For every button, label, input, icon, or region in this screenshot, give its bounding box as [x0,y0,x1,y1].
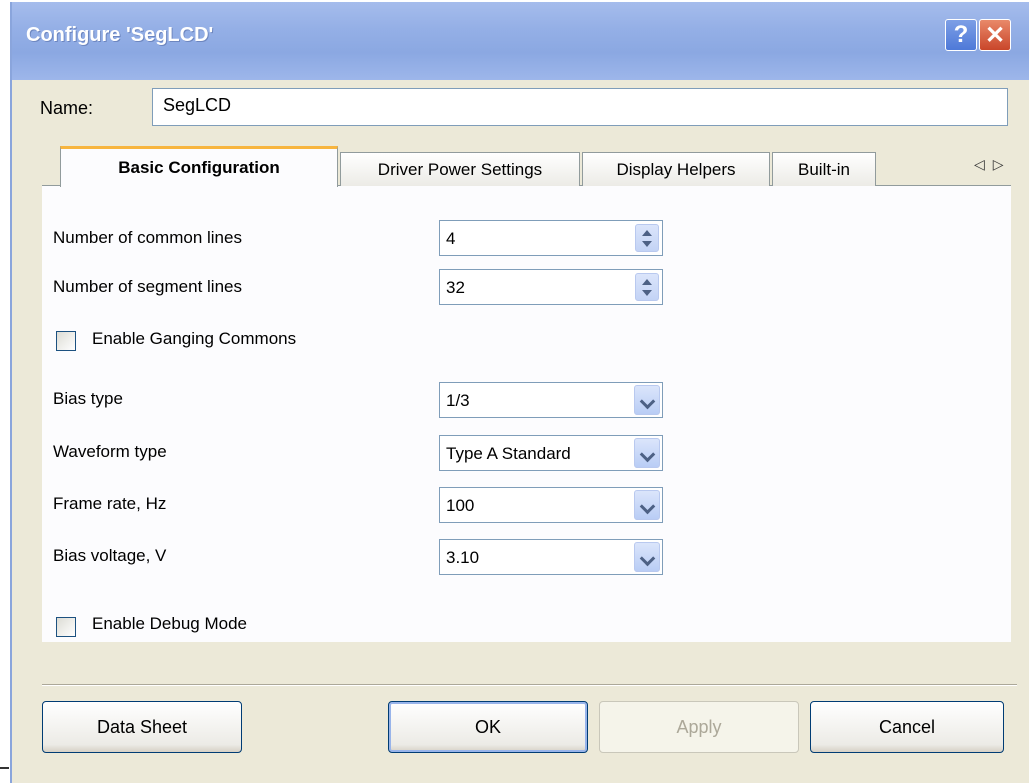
ok-button[interactable]: OK [388,701,588,753]
tab-basic-configuration[interactable]: Basic Configuration [60,146,338,187]
waveform-type-value: Type A Standard [446,444,571,463]
segment-lines-value: 32 [446,278,465,297]
chevron-down-icon[interactable] [634,490,660,520]
chevron-down-icon[interactable] [634,385,660,415]
frame-rate-select[interactable]: 100 [439,487,663,523]
tab-scroll-arrows-icon[interactable]: ◁▷ [974,156,1012,173]
close-button[interactable]: ✕ [979,19,1011,51]
chevron-down-icon[interactable] [634,542,660,572]
ganging-commons-checkbox[interactable] [56,331,76,351]
name-label: Name: [40,98,94,118]
basic-configuration-panel: Number of common lines 4 Number of segme… [42,186,1011,642]
cancel-button[interactable]: Cancel [810,701,1004,753]
help-icon: ? [953,21,969,48]
tab-display-helpers[interactable]: Display Helpers [582,152,770,186]
tab-built-in[interactable]: Built-in [772,152,876,186]
debug-mode-checkbox[interactable] [56,617,76,637]
tab-label: Driver Power Settings [377,159,543,179]
spin-arrows-icon[interactable] [635,273,659,301]
configure-dialog: Configure 'SegLCD' ? ✕ Name: SegLCD Basi… [10,2,1029,783]
common-lines-label: Number of common lines [53,228,242,247]
segment-lines-stepper[interactable]: 32 [439,269,663,305]
help-button[interactable]: ? [945,19,977,51]
segment-lines-label: Number of segment lines [53,277,242,296]
tab-driver-power-settings[interactable]: Driver Power Settings [340,152,580,186]
waveform-type-label: Waveform type [53,442,167,461]
chevron-down-icon[interactable] [634,438,660,468]
ganging-commons-label: Enable Ganging Commons [92,329,297,348]
tab-label: Display Helpers [616,159,736,179]
bias-type-value: 1/3 [446,391,470,410]
tab-strip: Basic Configuration Driver Power Setting… [42,144,1012,187]
tab-label: Basic Configuration [118,158,280,177]
name-input[interactable]: SegLCD [152,88,1008,126]
edge-mark [0,767,9,769]
datasheet-button[interactable]: Data Sheet [42,701,242,753]
bias-voltage-value: 3.10 [446,548,480,567]
bias-voltage-select[interactable]: 3.10 [439,539,663,575]
bias-type-select[interactable]: 1/3 [439,382,663,418]
window-title: Configure 'SegLCD' [26,24,214,46]
title-bar[interactable]: Configure 'SegLCD' ? ✕ [12,2,1029,80]
apply-button[interactable]: Apply [599,701,799,753]
waveform-type-select[interactable]: Type A Standard [439,435,663,471]
button-separator [42,684,1017,686]
tab-label: Built-in [798,159,850,179]
bias-type-label: Bias type [53,389,123,408]
common-lines-stepper[interactable]: 4 [439,220,663,256]
debug-mode-label: Enable Debug Mode [92,614,248,633]
common-lines-value: 4 [446,229,456,248]
close-icon: ✕ [984,21,1006,49]
spin-arrows-icon[interactable] [635,224,659,252]
frame-rate-label: Frame rate, Hz [53,494,167,513]
bias-voltage-label: Bias voltage, V [53,546,167,565]
frame-rate-value: 100 [446,496,475,515]
